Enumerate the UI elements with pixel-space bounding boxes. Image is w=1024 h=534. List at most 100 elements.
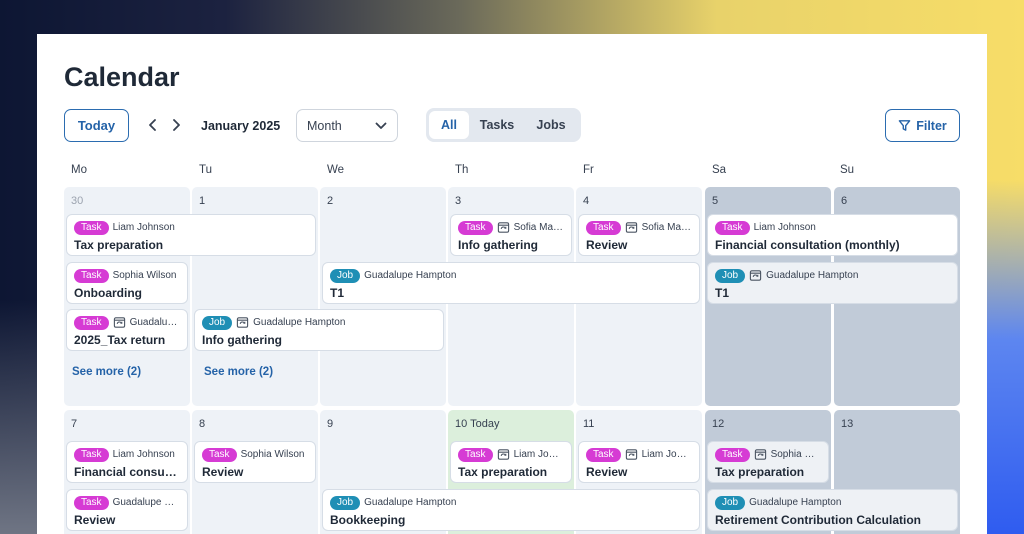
day-number: 6	[841, 195, 848, 207]
event-title: Info gathering	[202, 333, 282, 347]
day-number: 12	[712, 418, 725, 430]
recurring-icon	[497, 221, 510, 234]
event-title: Bookkeeping	[330, 513, 406, 527]
event-title: Onboarding	[74, 286, 142, 300]
day-number: 11	[583, 418, 595, 430]
view-select[interactable]: Month	[296, 109, 398, 142]
day-number: 9	[327, 418, 334, 430]
recurring-icon	[497, 448, 510, 461]
filter-icon	[898, 120, 911, 131]
event-assignee: Guadalupe Hampton	[749, 497, 842, 508]
current-month-label: January 2025	[201, 119, 281, 133]
calendar-event[interactable]: Job Guadalupe Hampton T1	[707, 262, 958, 304]
event-title: Review	[586, 465, 628, 479]
task-badge: Task	[74, 315, 109, 330]
chevron-right-icon	[173, 119, 180, 131]
calendar-event[interactable]: Task Sofia Marti… Info gathering	[450, 214, 572, 256]
event-assignee: Guadalupe Hampton	[253, 317, 346, 328]
calendar-event[interactable]: TaskLiam Johnson Financial consultat…	[66, 441, 188, 483]
calendar-event[interactable]: Task Liam Johnson Tax preparation	[66, 214, 316, 256]
event-assignee: Guadalup…	[129, 317, 180, 328]
event-assignee: Liam Johnson	[112, 222, 175, 233]
weekday-header: Th	[455, 164, 469, 176]
prev-month-button[interactable]	[145, 116, 161, 134]
event-title: Financial consultat…	[74, 465, 180, 479]
event-assignee: Liam Johnson	[753, 222, 816, 233]
weekday-header: Fr	[583, 164, 594, 176]
event-assignee: Guadalupe Ha…	[112, 497, 180, 508]
task-badge: Task	[715, 447, 750, 462]
event-title: Review	[74, 513, 116, 527]
weekday-header: Mo	[71, 164, 87, 176]
event-assignee: Liam John…	[513, 449, 564, 460]
calendar-event[interactable]: Task Sophia Wil… Tax preparation	[707, 441, 829, 483]
task-badge: Task	[74, 495, 109, 510]
calendar-event[interactable]: Task Guadalupe Ha… Review	[66, 489, 188, 531]
weekday-header: We	[327, 164, 345, 176]
calendar-event[interactable]: Task Liam Johnson Financial consultation …	[707, 214, 958, 256]
event-title: 2025_Tax return	[74, 333, 166, 347]
day-number: 2	[327, 195, 334, 207]
recurring-icon	[754, 448, 767, 461]
event-assignee: Sophia Wil…	[770, 449, 821, 460]
task-badge: Task	[586, 220, 621, 235]
chevron-down-icon	[375, 122, 387, 129]
event-assignee: Guadalupe Hampton	[364, 497, 457, 508]
event-assignee: Liam Johnson	[112, 449, 175, 460]
event-title: T1	[715, 286, 730, 300]
event-title: Tax preparation	[458, 465, 548, 479]
calendar-event[interactable]: Task Sofia Marti… Review	[578, 214, 700, 256]
task-badge: Task	[202, 447, 237, 462]
task-badge: Task	[586, 447, 621, 462]
calendar-event[interactable]: Job Guadalupe Hampton Info gathering	[194, 309, 444, 351]
weekday-header: Su	[840, 164, 855, 176]
segment-jobs[interactable]: Jobs	[525, 111, 577, 139]
see-more-link[interactable]: See more (2)	[204, 366, 273, 378]
recurring-icon	[113, 316, 126, 329]
calendar-event[interactable]: Task Liam John… Tax preparation	[450, 441, 572, 483]
filter-button[interactable]: Filter	[885, 109, 960, 142]
task-badge: Task	[458, 447, 493, 462]
calendar-event[interactable]: Job Guadalupe Hampton T1	[322, 262, 700, 304]
see-more-link[interactable]: See more (2)	[72, 366, 141, 378]
recurring-icon	[236, 316, 249, 329]
next-month-button[interactable]	[168, 116, 184, 134]
segment-tasks[interactable]: Tasks	[469, 111, 525, 139]
calendar-panel: Calendar Today January 2025 Month All Ta…	[37, 34, 987, 534]
page-title: Calendar	[64, 62, 180, 92]
calendar-event[interactable]: Task Sophia Wilson Onboarding	[66, 262, 188, 304]
calendar-event[interactable]: Job Guadalupe Hampton Bookkeeping	[322, 489, 700, 531]
today-button[interactable]: Today	[64, 109, 129, 142]
calendar-event[interactable]: Job Guadalupe Hampton Retirement Contribu…	[707, 489, 958, 531]
day-number: 5	[712, 195, 719, 207]
event-title: Info gathering	[458, 238, 538, 252]
event-assignee: Guadalupe Hampton	[766, 270, 859, 281]
chevron-left-icon	[149, 119, 156, 131]
segment-all[interactable]: All	[429, 111, 469, 139]
task-badge: Task	[74, 447, 109, 462]
day-number: 7	[71, 418, 78, 430]
event-assignee: Sofia Marti…	[641, 222, 692, 233]
job-badge: Job	[715, 268, 746, 283]
recurring-icon	[625, 221, 638, 234]
type-segmented-control: All Tasks Jobs	[426, 108, 581, 142]
day-number: 1	[199, 195, 206, 207]
event-title: Tax preparation	[74, 238, 164, 252]
task-badge: Task	[715, 220, 750, 235]
day-number: 30	[71, 195, 84, 207]
day-number: 13	[841, 418, 854, 430]
day-number: 10 Today	[455, 418, 500, 430]
calendar-event[interactable]: Task Liam John… Review	[578, 441, 700, 483]
day-number: 3	[455, 195, 462, 207]
event-assignee: Liam John…	[641, 449, 692, 460]
view-select-value: Month	[307, 118, 342, 133]
weekday-header: Tu	[199, 164, 212, 176]
event-title: Review	[586, 238, 628, 252]
task-badge: Task	[458, 220, 493, 235]
event-title: Financial consultation (monthly)	[715, 238, 900, 252]
event-assignee: Sophia Wilson	[112, 270, 177, 281]
event-assignee: Guadalupe Hampton	[364, 270, 457, 281]
calendar-event[interactable]: Task Sophia Wilson Review	[194, 441, 316, 483]
task-badge: Task	[74, 268, 109, 283]
calendar-event[interactable]: Task Guadalup… 2025_Tax return	[66, 309, 188, 351]
